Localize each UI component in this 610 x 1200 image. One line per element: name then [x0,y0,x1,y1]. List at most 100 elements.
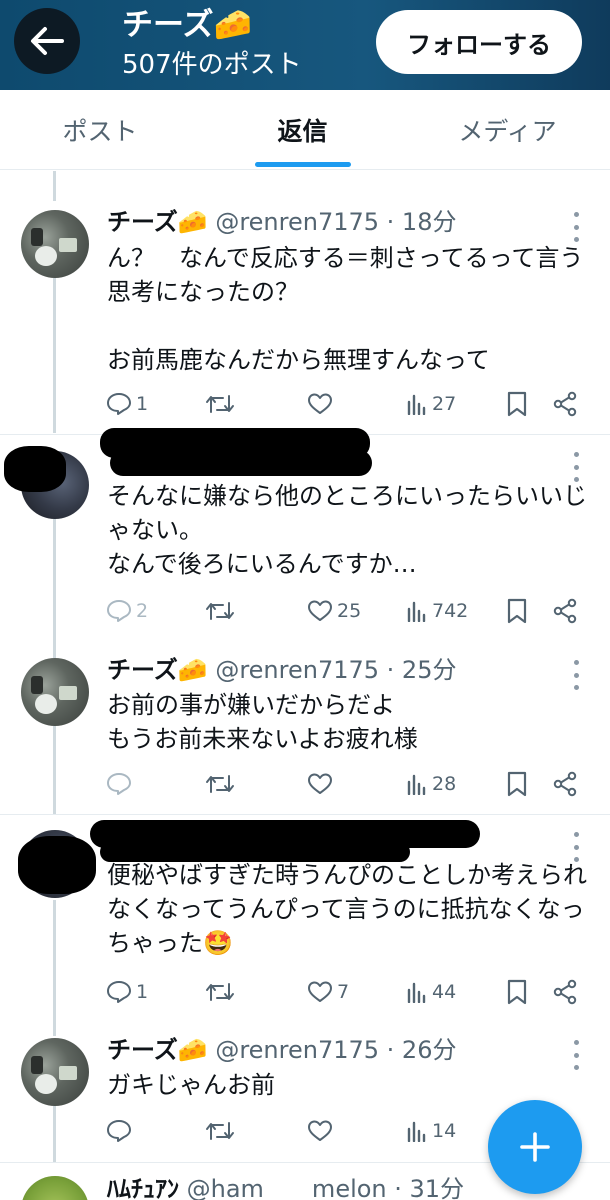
tab-media[interactable]: メディア [405,90,610,170]
post-text: お前の事が嫌いだからだよ もうお前未来ないよお疲れ様 [107,688,597,756]
post-author: チーズ🧀 @renren7175 · 18分 [107,207,456,237]
share-button[interactable] [552,766,578,802]
more-options-button[interactable] [568,660,584,690]
display-name[interactable]: チーズ🧀 [107,208,208,236]
profile-name: チーズ🧀 [122,7,253,43]
reply-count: 1 [136,393,149,415]
active-tab-indicator [255,162,351,167]
back-button[interactable] [14,8,80,74]
share-icon [553,771,577,797]
retweet-button[interactable] [205,593,235,629]
reply-button[interactable] [106,766,132,802]
views-button[interactable]: 44 [406,974,456,1010]
like-button[interactable] [307,766,333,802]
more-options-button[interactable] [568,1040,584,1070]
reply-button[interactable]: 1 [106,386,148,422]
bookmark-button[interactable] [506,974,528,1010]
bookmark-button[interactable] [506,593,528,629]
bookmark-icon [507,391,527,417]
plus-icon [520,1132,550,1162]
share-button[interactable] [552,974,578,1010]
like-count: 25 [337,600,362,622]
retweet-button[interactable] [205,766,235,802]
post-body: お前の事が嫌いだからだよ もうお前未来ないよお疲れ様 [107,691,418,753]
profile-header: チーズ🧀 507件のポスト フォローする [0,0,610,90]
bookmark-icon [507,979,527,1005]
views-button[interactable]: 28 [406,766,456,802]
post-actions: 28 [0,766,610,802]
views-button[interactable]: 14 [406,1113,456,1149]
like-button[interactable]: 7 [307,974,349,1010]
more-options-button[interactable] [568,452,584,482]
post-count: 507件のポスト [122,50,302,80]
retweet-icon [206,1122,234,1140]
post-actions: 2 25 742 [0,593,610,629]
bar-chart-icon [407,601,426,622]
follow-button[interactable]: フォローする [376,10,582,74]
divider [0,814,610,815]
heart-icon [308,600,332,621]
like-button[interactable]: 25 [307,593,361,629]
more-options-button[interactable] [568,212,584,242]
like-button[interactable] [307,1113,333,1149]
post-text: 便秘やばすぎた時うんぴのことしか考えられなくなってうんぴって言うのに抵抗なくなっ… [107,858,597,960]
reply-button[interactable]: 1 [106,974,148,1010]
retweet-button[interactable] [205,974,235,1010]
reply-count: 2 [136,600,149,622]
views-button[interactable]: 27 [406,386,456,422]
bookmark-button[interactable] [506,766,528,802]
arrow-left-icon [31,27,64,55]
views-count: 44 [432,981,457,1003]
share-icon [553,979,577,1005]
bar-chart-icon [407,394,426,415]
bookmark-button[interactable] [506,386,528,422]
avatar[interactable] [21,658,89,726]
tab-replies[interactable]: 返信 [200,90,405,170]
share-icon [553,391,577,417]
views-count: 14 [432,1120,457,1142]
thread-line [53,171,56,201]
post-actions: 1 7 44 [0,974,610,1010]
views-count: 28 [432,773,457,795]
compose-button[interactable] [488,1100,582,1194]
avatar[interactable] [21,210,89,278]
retweet-button[interactable] [205,386,235,422]
bookmark-icon [507,771,527,797]
like-button[interactable] [307,386,333,422]
retweet-icon [206,983,234,1001]
retweet-icon [206,395,234,413]
display-name[interactable]: ﾊﾑﾁｭｱﾝ [107,1175,179,1200]
retweet-icon [206,775,234,793]
reply-button[interactable]: 2 [106,593,148,629]
bar-chart-icon [407,1121,426,1142]
tab-posts[interactable]: ポスト [0,90,200,170]
heart-icon [308,773,332,794]
reply-button[interactable] [106,1113,132,1149]
share-button[interactable] [552,593,578,629]
display-name[interactable]: チーズ🧀 [107,1036,208,1064]
post-actions: 1 27 [0,386,610,422]
post-text: ん？ なんで反応する＝刺さってるって言う思考になったの？ お前馬鹿なんだから無理… [107,241,597,377]
comment-icon [107,981,131,1003]
bar-chart-icon [407,982,426,1003]
comment-icon [107,773,131,795]
post-body: 便秘やばすぎた時うんぴのことしか考えられなくなってうんぴって言うのに抵抗なくなっ… [107,861,587,957]
comment-icon [107,1120,131,1142]
like-count: 7 [337,981,350,1003]
redaction-mark [4,446,66,492]
retweet-button[interactable] [205,1113,235,1149]
display-name[interactable]: チーズ🧀 [107,656,208,684]
handle-time: @renren7175 · 25分 [215,656,457,684]
handle-time: @ham melon · 31分 [186,1175,465,1200]
bookmark-icon [507,598,527,624]
share-button[interactable] [552,386,578,422]
handle-time: @renren7175 · 18分 [215,208,457,236]
views-button[interactable]: 742 [406,593,468,629]
post-author: チーズ🧀 @renren7175 · 26分 [107,1035,456,1065]
post-body: そんなに嫌なら他のところにいったらいいじゃない。 なんで後ろにいるんですか… [107,482,587,578]
redaction-mark [18,836,96,894]
avatar[interactable] [21,1176,89,1200]
avatar[interactable] [21,1038,89,1106]
views-count: 742 [432,600,469,622]
profile-tabs: ポスト 返信 メディア [0,90,610,170]
